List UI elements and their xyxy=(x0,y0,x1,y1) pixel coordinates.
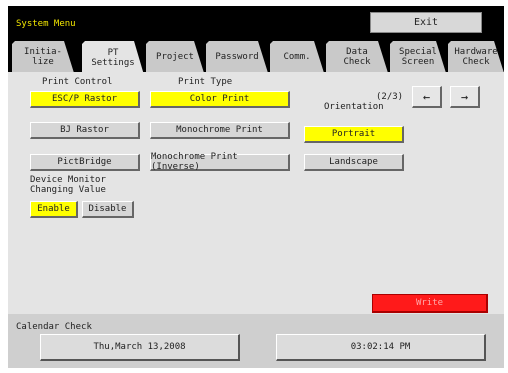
header-bar: System Menu Exit xyxy=(8,6,504,36)
tab-data-check[interactable]: Data Check xyxy=(326,41,388,73)
calendar-check-footer: Calendar Check Thu,March 13,2008 03:02:1… xyxy=(8,314,504,368)
exit-button[interactable]: Exit xyxy=(370,12,482,33)
changing-value-heading: Changing Value xyxy=(30,185,106,195)
next-page-arrow-icon[interactable]: → xyxy=(450,86,480,108)
pt-settings-panel: Print Control ESC/P Rastor BJ Rastor Pic… xyxy=(8,72,504,314)
esc-p-rastor-button[interactable]: ESC/P Rastor xyxy=(30,91,140,108)
tab-comm[interactable]: Comm. xyxy=(270,41,324,73)
tab-password[interactable]: Password xyxy=(206,41,268,73)
tab-project[interactable]: Project xyxy=(146,41,204,73)
tab-password-label: Password xyxy=(215,52,259,62)
device-monitor-heading: Device Monitor xyxy=(30,175,106,185)
monochrome-print-inverse-button[interactable]: Monochrome Print (Inverse) xyxy=(150,152,290,172)
tab-initialize[interactable]: Initia- lize xyxy=(12,41,74,73)
print-type-heading: Print Type xyxy=(178,77,233,87)
tab-data-check-label: Data Check xyxy=(343,47,371,67)
landscape-button[interactable]: Landscape xyxy=(304,154,404,171)
tab-project-label: Project xyxy=(156,52,194,62)
tab-comm-label: Comm. xyxy=(283,52,311,62)
pictbridge-button[interactable]: PictBridge xyxy=(30,154,140,171)
prev-page-arrow-icon[interactable]: ← xyxy=(412,86,442,108)
orientation-heading: Orientation xyxy=(324,102,384,112)
write-button[interactable]: Write xyxy=(372,294,488,313)
tab-special-screen[interactable]: Special Screen xyxy=(390,41,446,73)
system-menu-title: System Menu xyxy=(16,19,76,29)
tab-initialize-label: Initia- lize xyxy=(24,47,62,67)
monochrome-print-button[interactable]: Monochrome Print xyxy=(150,122,290,139)
tab-hardware-check-label: Hardware Check xyxy=(454,47,498,67)
color-print-button[interactable]: Color Print xyxy=(150,91,290,108)
print-control-heading: Print Control xyxy=(42,77,113,87)
calendar-check-label: Calendar Check xyxy=(16,322,92,332)
disable-button[interactable]: Disable xyxy=(82,201,134,218)
date-display: Thu,March 13,2008 xyxy=(40,334,240,361)
enable-button[interactable]: Enable xyxy=(30,201,78,218)
tab-bar: Initia- lize PT Settings Project Passwor… xyxy=(8,41,504,73)
bj-rastor-button[interactable]: BJ Rastor xyxy=(30,122,140,139)
tab-pt-settings[interactable]: PT Settings xyxy=(82,41,144,75)
time-display: 03:02:14 PM xyxy=(276,334,486,361)
tab-hardware-check[interactable]: Hardware Check xyxy=(448,41,504,73)
tab-special-screen-label: Special Screen xyxy=(399,47,437,67)
tab-pt-settings-label: PT Settings xyxy=(91,48,135,68)
portrait-button[interactable]: Portrait xyxy=(304,126,404,143)
page-indicator: (2/3) xyxy=(376,92,404,102)
system-menu-screen: System Menu Exit Initia- lize PT Setting… xyxy=(8,6,504,368)
